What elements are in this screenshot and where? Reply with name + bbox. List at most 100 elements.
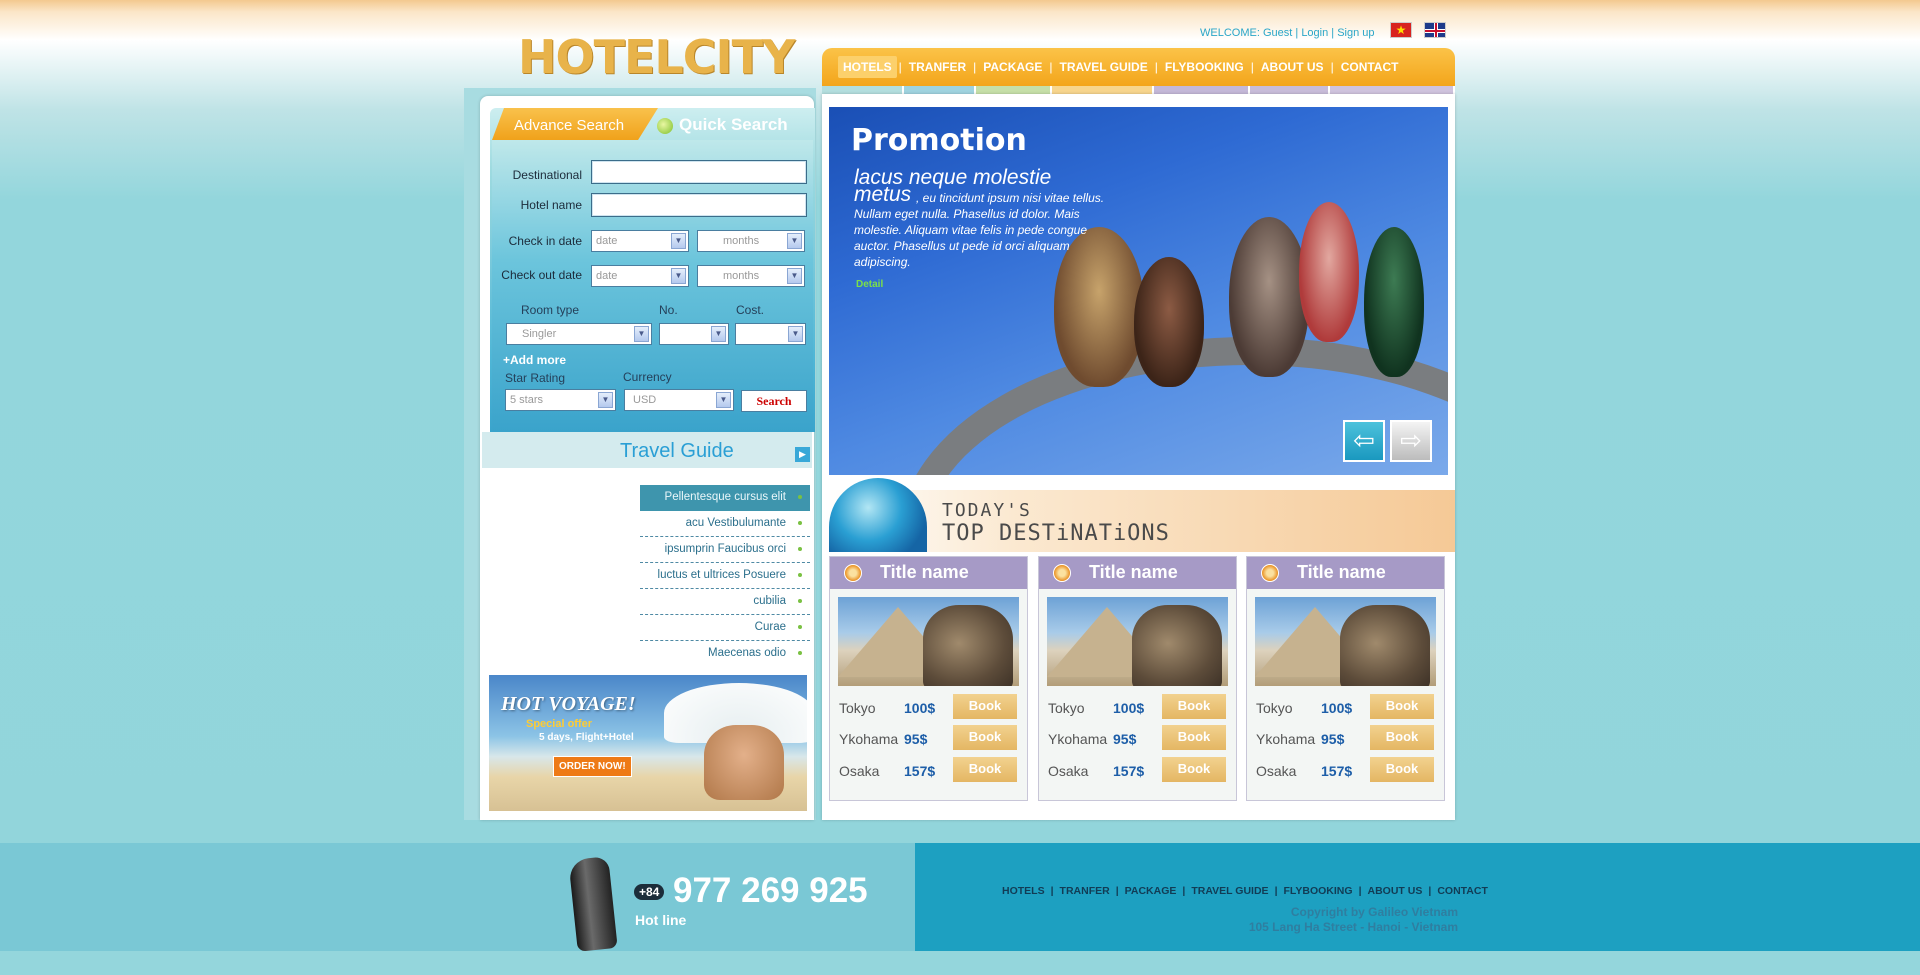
nav-hotels[interactable]: HOTELS bbox=[838, 56, 897, 78]
today-label: TODAY'S bbox=[942, 500, 1032, 521]
country-code-badge: +84 bbox=[634, 884, 665, 900]
cost-select[interactable]: ▼ bbox=[735, 323, 806, 345]
book-button[interactable]: Book bbox=[1162, 757, 1226, 782]
signup-link[interactable]: Sign up bbox=[1337, 27, 1374, 39]
footer-nav-hotels[interactable]: HOTELS bbox=[998, 885, 1049, 897]
order-now-button[interactable]: ORDER NOW! bbox=[553, 756, 632, 777]
welcome-label: WELCOME: bbox=[1200, 27, 1260, 39]
list-item[interactable]: ipsumprin Faucibus orci bbox=[640, 537, 810, 563]
footer-nav-package[interactable]: PACKAGE bbox=[1121, 885, 1181, 897]
nav-package[interactable]: PACKAGE bbox=[978, 56, 1047, 78]
footer-nav: HOTELS | TRANFER | PACKAGE | TRAVEL GUIDE | … bbox=[998, 885, 1492, 897]
footer-right bbox=[915, 843, 1920, 951]
book-button[interactable]: Book bbox=[1162, 694, 1226, 719]
card-title[interactable]: Title name bbox=[1039, 557, 1236, 589]
checkin-month-select[interactable]: months ▼ bbox=[697, 230, 805, 252]
book-button[interactable]: Book bbox=[1370, 694, 1434, 719]
bullet-icon bbox=[844, 564, 862, 582]
chevron-down-icon: ▼ bbox=[787, 268, 802, 284]
footer-nav-tranfer[interactable]: TRANFER bbox=[1056, 885, 1114, 897]
footer-nav-about-us[interactable]: ABOUT US bbox=[1364, 885, 1427, 897]
card-title[interactable]: Title name bbox=[830, 557, 1027, 589]
checkin-date-select[interactable]: date ▼ bbox=[591, 230, 689, 252]
uk-flag-icon[interactable] bbox=[1424, 22, 1446, 38]
price: 157$ bbox=[904, 763, 936, 779]
sphinx-image[interactable] bbox=[1255, 597, 1436, 686]
copyright-text: Copyright by Galileo Vietnam bbox=[1290, 905, 1458, 919]
promotion-detail-link[interactable]: Detail bbox=[856, 279, 883, 290]
destination-label: Destinational bbox=[512, 168, 582, 182]
hot-voyage-banner[interactable]: HOT VOYAGE! Special offer 5 days, Flight… bbox=[489, 675, 807, 811]
footer-nav-flybooking[interactable]: FLYBOOKING bbox=[1280, 885, 1357, 897]
currency-select[interactable]: USD ▼ bbox=[624, 389, 734, 411]
destination-input[interactable] bbox=[591, 160, 807, 184]
book-button[interactable]: Book bbox=[1370, 725, 1434, 750]
list-item[interactable]: Curae bbox=[640, 615, 810, 641]
chevron-down-icon: ▼ bbox=[598, 392, 613, 408]
arrow-left-icon[interactable]: ⇦ bbox=[1343, 420, 1385, 462]
footer-nav-contact[interactable]: CONTACT bbox=[1433, 885, 1492, 897]
search-button[interactable]: Search bbox=[741, 390, 807, 412]
promotion-slider: Promotion lacus neque molestie metus , e… bbox=[829, 107, 1448, 475]
list-item[interactable]: luctus et ultrices Posuere bbox=[640, 563, 810, 589]
room-number-select[interactable]: ▼ bbox=[659, 323, 729, 345]
chevron-down-icon: ▼ bbox=[716, 392, 731, 408]
destination-row: Tokyo 100$ Book bbox=[838, 694, 1021, 720]
glass-bird-image bbox=[1364, 227, 1424, 377]
price: 95$ bbox=[1113, 731, 1137, 747]
nav-tranfer[interactable]: TRANFER bbox=[904, 56, 971, 78]
add-more-link[interactable]: +Add more bbox=[503, 353, 566, 367]
tab-quick-search[interactable]: Quick Search bbox=[652, 110, 817, 140]
hotline-number: 977 269 925 bbox=[673, 871, 868, 910]
checkout-date-select[interactable]: date ▼ bbox=[591, 265, 689, 287]
bullet-icon bbox=[1261, 564, 1279, 582]
days-text: 5 days, Flight+Hotel bbox=[539, 732, 634, 743]
nav-contact[interactable]: CONTACT bbox=[1336, 56, 1404, 78]
book-button[interactable]: Book bbox=[953, 725, 1017, 750]
arrow-right-icon[interactable]: ⇨ bbox=[1390, 420, 1432, 462]
sphinx-image[interactable] bbox=[838, 597, 1019, 686]
list-item[interactable]: Pellentesque cursus elit bbox=[640, 485, 810, 511]
nav-color-stripes bbox=[822, 86, 1455, 94]
stripe bbox=[904, 86, 976, 94]
select-value: date bbox=[596, 270, 618, 282]
book-button[interactable]: Book bbox=[1162, 725, 1226, 750]
city-name: Ykohama bbox=[1256, 731, 1316, 747]
city-name: Tokyo bbox=[1256, 700, 1293, 716]
beach-couple-image bbox=[704, 725, 784, 800]
nav-about-us[interactable]: ABOUT US bbox=[1256, 56, 1329, 78]
hotel-name-input[interactable] bbox=[591, 193, 807, 217]
chevron-down-icon: ▼ bbox=[787, 233, 802, 249]
currency-label: Currency bbox=[623, 370, 672, 384]
room-type-label: Room type bbox=[521, 303, 580, 317]
nav-travel-guide[interactable]: TRAVEL GUIDE bbox=[1055, 56, 1153, 78]
guest-link[interactable]: Guest bbox=[1263, 27, 1292, 39]
sphinx-image[interactable] bbox=[1047, 597, 1228, 686]
list-item[interactable]: cubilia bbox=[640, 589, 810, 615]
checkout-month-select[interactable]: months ▼ bbox=[697, 265, 805, 287]
travel-guide-list: Pellentesque cursus elit acu Vestibuluma… bbox=[640, 485, 810, 667]
tab-advance-search[interactable]: Advance Search bbox=[492, 108, 658, 140]
list-item[interactable]: acu Vestibulumante bbox=[640, 511, 810, 537]
card-title[interactable]: Title name bbox=[1247, 557, 1444, 589]
chevron-down-icon: ▼ bbox=[671, 268, 686, 284]
nav-flybooking[interactable]: FLYBOOKING bbox=[1160, 56, 1249, 78]
book-button[interactable]: Book bbox=[953, 757, 1017, 782]
list-item[interactable]: Maecenas odio bbox=[640, 641, 810, 667]
room-type-select[interactable]: Singler ▼ bbox=[506, 323, 652, 345]
promotion-title: Promotion bbox=[851, 123, 1027, 158]
checkout-label: Check out date bbox=[501, 268, 582, 282]
site-logo[interactable]: HOTELCITY bbox=[518, 30, 795, 84]
book-button[interactable]: Book bbox=[953, 694, 1017, 719]
stripe bbox=[976, 86, 1052, 94]
vietnam-flag-icon[interactable]: ★ bbox=[1390, 22, 1412, 38]
book-button[interactable]: Book bbox=[1370, 757, 1434, 782]
play-icon[interactable]: ▶ bbox=[795, 447, 810, 462]
travel-guide-title[interactable]: Travel Guide bbox=[620, 440, 734, 463]
price: 100$ bbox=[904, 700, 936, 716]
stripe bbox=[1154, 86, 1250, 94]
destination-row: Ykohama 95$ Book bbox=[1255, 725, 1438, 751]
star-rating-select[interactable]: 5 stars ▼ bbox=[505, 389, 616, 411]
login-link[interactable]: Login bbox=[1301, 27, 1328, 39]
footer-nav-travel-guide[interactable]: TRAVEL GUIDE bbox=[1187, 885, 1272, 897]
